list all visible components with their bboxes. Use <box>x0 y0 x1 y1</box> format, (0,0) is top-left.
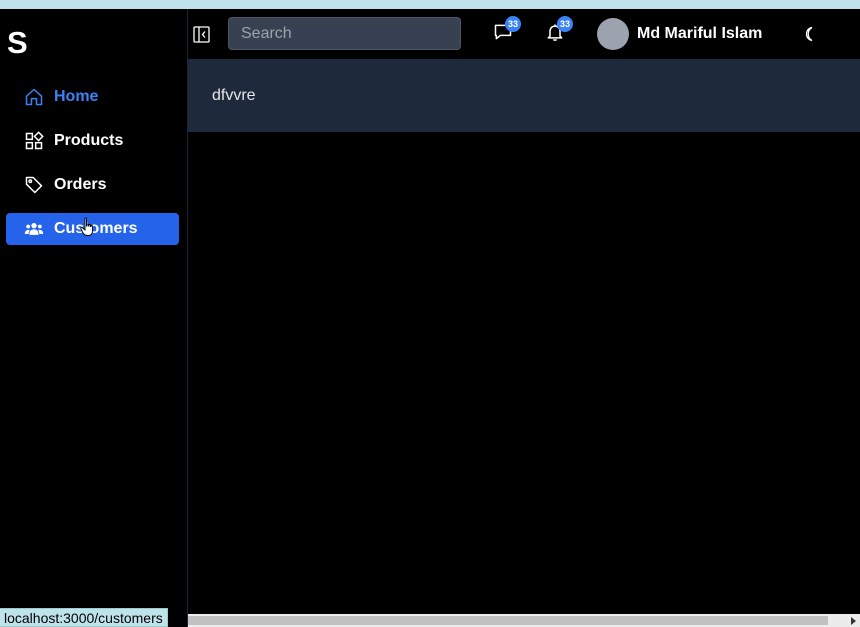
home-icon <box>23 86 45 108</box>
sidebar-item-label: Orders <box>54 176 107 193</box>
sidebar-item-home[interactable]: Home <box>6 81 179 113</box>
users-icon <box>23 218 45 240</box>
hand-cursor-icon <box>80 217 96 237</box>
sidebar-item-products[interactable]: Products <box>6 125 179 157</box>
sidebar-item-label: Home <box>54 88 99 105</box>
tag-icon <box>23 174 45 196</box>
moon-icon[interactable] <box>802 26 818 42</box>
horizontal-scrollbar[interactable] <box>188 614 860 627</box>
sidebar-toggle-icon[interactable] <box>193 26 210 43</box>
search-input[interactable] <box>228 17 461 50</box>
app-logo: S <box>7 25 28 60</box>
messages-badge: 33 <box>505 16 521 32</box>
avatar[interactable] <box>597 18 629 50</box>
sidebar-item-orders[interactable]: Orders <box>6 169 179 201</box>
status-bar-url: localhost:3000/customers <box>0 608 168 627</box>
scroll-right-arrow-icon[interactable] <box>851 617 856 625</box>
content-text: dfvvre <box>212 87 256 104</box>
grid-icon <box>23 130 45 152</box>
notifications-badge: 33 <box>557 16 573 32</box>
scrollbar-thumb[interactable] <box>188 616 828 625</box>
user-name[interactable]: Md Mariful Islam <box>637 25 762 43</box>
sidebar-item-label: Products <box>54 132 124 149</box>
browser-top-strip <box>0 0 860 9</box>
content-panel <box>188 59 860 132</box>
